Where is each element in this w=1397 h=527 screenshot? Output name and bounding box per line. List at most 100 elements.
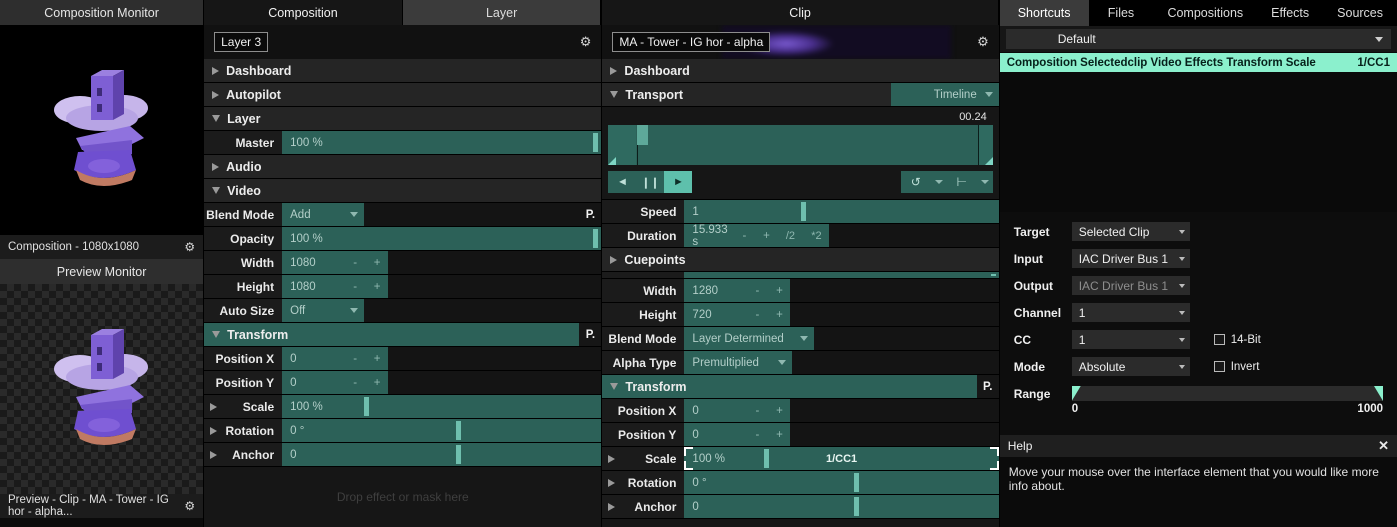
clip-name-field[interactable]: MA - Tower - IG hor - alpha: [612, 32, 771, 52]
rotation-slider-thumb[interactable]: [456, 421, 462, 440]
group-audio[interactable]: Audio: [204, 155, 602, 179]
gear-icon[interactable]: ⚙: [977, 34, 989, 50]
loop-mode-dropdown[interactable]: [931, 171, 947, 193]
shortcut-row[interactable]: Composition Selectedclip Video Effects T…: [999, 53, 1397, 72]
clip-scale-slider[interactable]: 100 % 1/CC1: [684, 447, 999, 470]
height-stepper[interactable]: 1080 - +: [282, 275, 389, 298]
position-y-increment[interactable]: +: [366, 377, 388, 389]
height-increment[interactable]: +: [366, 281, 388, 293]
range-min-handle[interactable]: [1071, 386, 1081, 401]
invert-checkbox-row[interactable]: Invert: [1213, 361, 1259, 373]
scale-slider-thumb[interactable]: [364, 397, 370, 416]
anchor-slider[interactable]: 0: [282, 443, 602, 466]
transform-pin-button[interactable]: P.: [579, 323, 602, 346]
transport-mode-dropdown[interactable]: Timeline: [890, 83, 999, 106]
auto-size-dropdown[interactable]: Off: [282, 299, 365, 322]
speed-slider-thumb[interactable]: [801, 202, 807, 221]
clip-blend-mode-dropdown[interactable]: Layer Determined: [684, 327, 815, 350]
position-x-stepper[interactable]: 0 - +: [282, 347, 389, 370]
opacity-slider-thumb[interactable]: [593, 229, 599, 248]
preset-dropdown[interactable]: Default: [1005, 29, 1392, 49]
duration-stepper[interactable]: 15.933 s - + /2 *2: [684, 224, 830, 248]
clip-anchor-slider-thumb[interactable]: [854, 497, 860, 516]
anchor-slider-thumb[interactable]: [456, 445, 462, 464]
group-transport[interactable]: Transport Timeline: [602, 83, 999, 107]
gear-icon[interactable]: ⚙: [184, 499, 195, 513]
bit14-checkbox-row[interactable]: 14-Bit: [1213, 334, 1261, 346]
group-cuepoints[interactable]: Cuepoints: [602, 248, 999, 272]
channel-dropdown[interactable]: 1: [1071, 303, 1190, 322]
target-dropdown[interactable]: Selected Clip: [1071, 222, 1190, 241]
master-slider[interactable]: 100 %: [282, 131, 602, 154]
range-slider[interactable]: [1071, 386, 1384, 401]
rotation-expand-toggle[interactable]: [204, 419, 223, 442]
height-decrement[interactable]: -: [344, 281, 366, 293]
output-dropdown[interactable]: IAC Driver Bus 1: [1071, 276, 1190, 295]
cc-dropdown[interactable]: 1: [1071, 330, 1190, 349]
clip-position-y-decrement[interactable]: -: [746, 429, 768, 441]
clip-position-y-stepper[interactable]: 0 - +: [684, 423, 791, 446]
duration-increment[interactable]: +: [755, 230, 777, 242]
clip-height-increment[interactable]: +: [768, 309, 790, 321]
master-slider-thumb[interactable]: [593, 133, 599, 152]
duration-double-button[interactable]: *2: [803, 230, 829, 242]
timeline-loop-out-handle[interactable]: [984, 157, 993, 165]
position-y-stepper[interactable]: 0 - +: [282, 371, 389, 394]
tab-clip[interactable]: Clip: [602, 0, 999, 25]
clip-position-x-stepper[interactable]: 0 - +: [684, 399, 791, 422]
group-autopilot[interactable]: Autopilot: [204, 83, 602, 107]
position-x-decrement[interactable]: -: [344, 353, 366, 365]
clip-height-stepper[interactable]: 720 - +: [684, 303, 791, 326]
group-video[interactable]: Video: [204, 179, 602, 203]
speed-slider[interactable]: 1: [684, 200, 999, 223]
position-x-increment[interactable]: +: [366, 353, 388, 365]
clip-transform-pin-button[interactable]: P.: [976, 375, 999, 398]
group-clip-dashboard[interactable]: Dashboard: [602, 59, 999, 83]
composition-monitor-view[interactable]: [0, 25, 204, 235]
group-layer[interactable]: Layer: [204, 107, 602, 131]
anchor-expand-toggle[interactable]: [204, 443, 223, 466]
timeline-loop-in-handle[interactable]: [608, 157, 617, 165]
gear-icon[interactable]: ⚙: [580, 34, 592, 50]
rotation-slider[interactable]: 0 °: [282, 419, 602, 442]
duration-halve-button[interactable]: /2: [777, 230, 803, 242]
input-dropdown[interactable]: IAC Driver Bus 1: [1071, 249, 1190, 268]
tab-layer[interactable]: Layer: [402, 0, 602, 25]
pause-button[interactable]: ❙❙: [636, 171, 665, 193]
position-y-decrement[interactable]: -: [344, 377, 366, 389]
clip-position-y-increment[interactable]: +: [768, 429, 790, 441]
duration-decrement[interactable]: -: [733, 230, 755, 242]
tab-shortcuts[interactable]: Shortcuts: [999, 0, 1089, 26]
timeline-playhead-handle[interactable]: [637, 125, 649, 145]
effect-dropzone[interactable]: Drop effect or mask here: [204, 467, 602, 527]
clip-width-increment[interactable]: +: [768, 285, 790, 297]
opacity-slider[interactable]: 100 %: [282, 227, 602, 250]
alpha-type-dropdown[interactable]: Premultiplied: [684, 351, 793, 374]
loop-icon[interactable]: ↺: [901, 171, 931, 193]
bit14-checkbox[interactable]: [1213, 334, 1225, 345]
mode-dropdown[interactable]: Absolute: [1071, 357, 1190, 376]
clip-position-x-decrement[interactable]: -: [746, 405, 768, 417]
blend-mode-dropdown[interactable]: Add: [282, 203, 365, 226]
tab-files[interactable]: Files: [1089, 0, 1154, 26]
scale-expand-toggle[interactable]: [204, 395, 223, 418]
cue-mode-dropdown[interactable]: [977, 171, 993, 193]
clip-height-decrement[interactable]: -: [746, 309, 768, 321]
tab-compositions[interactable]: Compositions: [1153, 0, 1257, 26]
partial-slider-thumb[interactable]: [990, 274, 996, 276]
partial-slider[interactable]: [684, 272, 999, 278]
skip-back-button[interactable]: ◄: [608, 171, 637, 193]
clip-rotation-expand-toggle[interactable]: [602, 471, 621, 494]
close-icon[interactable]: ✕: [1378, 438, 1389, 454]
invert-checkbox[interactable]: [1213, 361, 1225, 372]
clip-scale-expand-toggle[interactable]: [602, 447, 621, 470]
transport-timeline[interactable]: [608, 125, 993, 165]
clip-anchor-slider[interactable]: 0: [684, 495, 999, 518]
clip-anchor-expand-toggle[interactable]: [602, 495, 621, 518]
tab-effects[interactable]: Effects: [1257, 0, 1323, 26]
width-stepper[interactable]: 1080 - +: [282, 251, 389, 274]
clip-position-x-increment[interactable]: +: [768, 405, 790, 417]
clip-rotation-slider[interactable]: 0 °: [684, 471, 999, 494]
width-decrement[interactable]: -: [344, 257, 366, 269]
play-button[interactable]: ►: [664, 171, 693, 193]
